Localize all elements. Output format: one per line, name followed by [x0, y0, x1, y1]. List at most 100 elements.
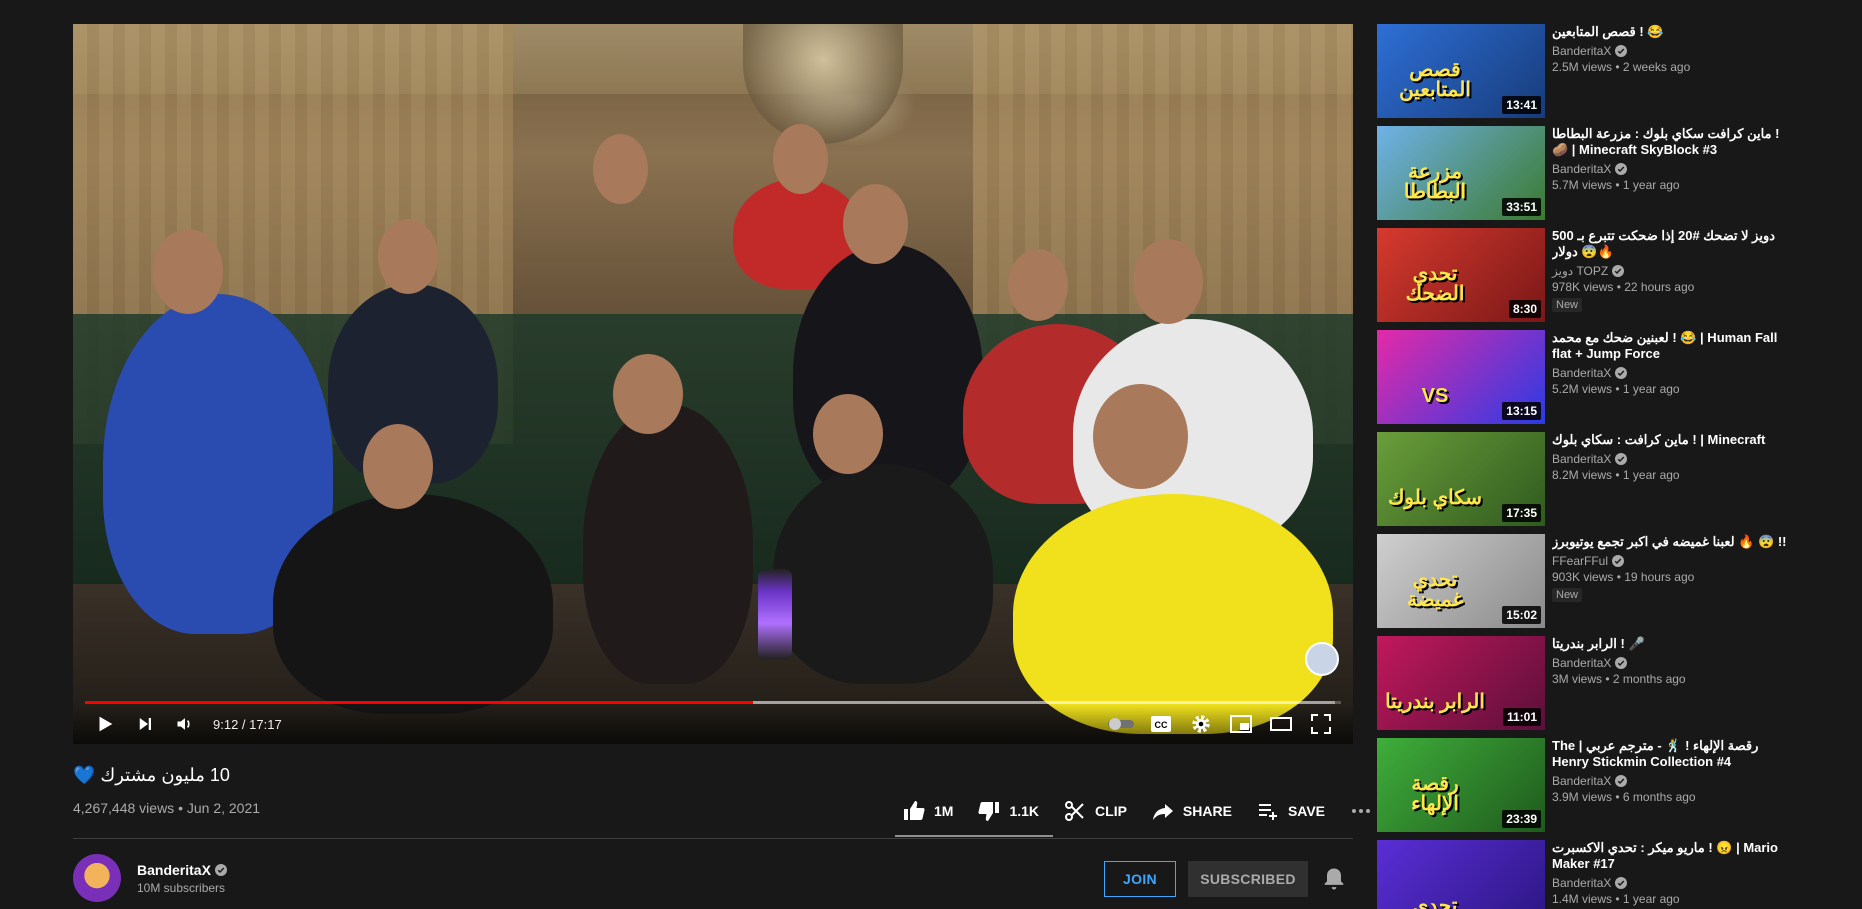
- subscribed-button[interactable]: SUBSCRIBED: [1188, 861, 1308, 897]
- recommendation-title[interactable]: ماين كرافت سكاي بلوك : مزرعة البطاطا ! 🥔…: [1552, 126, 1792, 158]
- recommendation-views: 3M views • 2 months ago: [1552, 672, 1686, 686]
- recommendation-item[interactable]: VS 13:15 لعبنين ضحك مع محمد ! 😂 | Human …: [1377, 330, 1797, 432]
- theater-mode-button[interactable]: [1261, 704, 1301, 744]
- video-thumbnail[interactable]: تحدي غميضة 15:02: [1377, 534, 1545, 628]
- recommendation-channel[interactable]: BanderitaX: [1552, 162, 1611, 176]
- thumbnail-text: تحدي غميضة: [1406, 569, 1464, 611]
- microphone-image: [758, 569, 792, 659]
- subscriber-count: 10M subscribers: [137, 880, 226, 895]
- recommendation-channel-row[interactable]: FFearFFul: [1552, 554, 1792, 568]
- like-button[interactable]: 1M: [890, 799, 965, 823]
- dislike-button[interactable]: 1.1K: [965, 799, 1051, 823]
- video-thumbnail[interactable]: رقصة الإلهاء 23:39: [1377, 738, 1545, 832]
- channel-name-row[interactable]: BanderitaX: [137, 862, 227, 878]
- verified-icon: [1612, 265, 1625, 277]
- recommendation-channel[interactable]: BanderitaX: [1552, 366, 1611, 380]
- player-controls: 9:12 / 17:17 CC: [73, 704, 1353, 744]
- settings-button[interactable]: [1181, 704, 1221, 744]
- video-thumbnail[interactable]: سكاي بلوك 17:35: [1377, 432, 1545, 526]
- thumbnail-text: تحدي الضحك: [1405, 263, 1465, 305]
- recommendation-channel[interactable]: BanderitaX: [1552, 876, 1611, 890]
- clip-button[interactable]: CLIP: [1051, 799, 1139, 823]
- recommendation-item[interactable]: تحدي الضحك 8:30 دويز لا تضحك #20 إذا ضحك…: [1377, 228, 1797, 330]
- recommendation-title[interactable]: لعبنا غميضه في اكبر تجمع يوتيوبرز 🔥 😨 !!: [1552, 534, 1792, 550]
- captions-button[interactable]: CC: [1141, 704, 1181, 744]
- recommendation-title[interactable]: قصص المتابعين ! 😂: [1552, 24, 1792, 40]
- video-thumbnail[interactable]: تحدي الضحك 8:30: [1377, 228, 1545, 322]
- thumbnail-text: VS: [1421, 385, 1449, 407]
- recommendations-list: قصص المتابعين 13:41 قصص المتابعين ! 😂 Ba…: [1377, 24, 1797, 909]
- new-badge: New: [1552, 298, 1583, 312]
- video-thumbnail[interactable]: الرابر بندريتا 11:01: [1377, 636, 1545, 730]
- recommendation-item[interactable]: قصص المتابعين 13:41 قصص المتابعين ! 😂 Ba…: [1377, 24, 1797, 126]
- recommendation-views: 5.2M views • 1 year ago: [1552, 382, 1680, 396]
- recommendation-item[interactable]: مزرعة البطاطا 33:51 ماين كرافت سكاي بلوك…: [1377, 126, 1797, 228]
- recommendation-channel-row[interactable]: BanderitaX: [1552, 656, 1792, 670]
- recommendation-channel[interactable]: BanderitaX: [1552, 452, 1611, 466]
- recommendation-channel[interactable]: FFearFFul: [1552, 554, 1608, 568]
- volume-button[interactable]: [165, 704, 205, 744]
- recommendation-title[interactable]: ماين كرافت : سكاي بلوك ! | Minecraft: [1552, 432, 1792, 448]
- miniplayer-icon: [1230, 715, 1252, 733]
- video-thumbnail[interactable]: تحدي: [1377, 840, 1545, 909]
- video-frame[interactable]: [73, 24, 1353, 744]
- watch-page: 9:12 / 17:17 CC 10 مليون مشترك 💙 4,267,4…: [0, 0, 1862, 909]
- recommendation-channel-row[interactable]: BanderitaX: [1552, 366, 1792, 380]
- save-label: SAVE: [1287, 803, 1326, 819]
- video-thumbnail[interactable]: قصص المتابعين 13:41: [1377, 24, 1545, 118]
- captions-icon: CC: [1151, 716, 1171, 732]
- thumbnail-text: رقصة الإلهاء: [1411, 773, 1459, 815]
- channel-owner: BanderitaX 10M subscribers: [73, 854, 227, 902]
- next-button[interactable]: [125, 704, 165, 744]
- recommendation-item[interactable]: الرابر بندريتا 11:01 الرابر بندريتا ! 🎤 …: [1377, 636, 1797, 738]
- recommendation-views: 978K views • 22 hours ago: [1552, 280, 1695, 294]
- recommendation-title[interactable]: لعبنين ضحك مع محمد ! 😂 | Human Fall flat…: [1552, 330, 1792, 362]
- share-icon: [1152, 804, 1173, 820]
- recommendation-channel-row[interactable]: BanderitaX: [1552, 774, 1792, 788]
- video-thumbnail[interactable]: VS 13:15: [1377, 330, 1545, 424]
- recommendation-item[interactable]: رقصة الإلهاء 23:39 The | رقصة الإلهاء ! …: [1377, 738, 1797, 840]
- recommendation-channel[interactable]: BanderitaX: [1552, 774, 1611, 788]
- channel-name[interactable]: BanderitaX: [137, 862, 211, 878]
- recommendation-channel-row[interactable]: BanderitaX: [1552, 44, 1792, 58]
- video-title: 10 مليون مشترك 💙: [73, 765, 230, 785]
- video-player[interactable]: 9:12 / 17:17 CC: [73, 24, 1353, 744]
- notification-bell-button[interactable]: [1320, 865, 1348, 893]
- scissors-icon: [1065, 801, 1084, 821]
- new-badge: New: [1552, 588, 1583, 602]
- autoplay-toggle[interactable]: [1101, 704, 1141, 744]
- recommendation-channel-row[interactable]: BanderitaX: [1552, 452, 1792, 466]
- recommendation-title[interactable]: الرابر بندريتا ! 🎤: [1552, 636, 1792, 652]
- recommendation-title[interactable]: دويز لا تضحك #20 إذا ضحكت تتبرع بـ 500 د…: [1552, 228, 1792, 260]
- recommendation-channel[interactable]: دويز TOPZ: [1552, 264, 1608, 278]
- thumbnail-text: الرابر بندريتا: [1385, 691, 1485, 713]
- recommendation-title[interactable]: ماريو ميكر : تحدي الاكسبرت ! 😠 | Mario M…: [1552, 840, 1792, 872]
- share-label: SHARE: [1182, 803, 1232, 819]
- recommendation-item[interactable]: تحدي ماريو ميكر : تحدي الاكسبرت ! 😠 | Ma…: [1377, 840, 1797, 909]
- join-button[interactable]: JOIN: [1104, 861, 1176, 897]
- recommendation-channel-row[interactable]: BanderitaX: [1552, 876, 1792, 890]
- channel-avatar[interactable]: [73, 854, 121, 902]
- recommendation-item[interactable]: تحدي غميضة 15:02 لعبنا غميضه في اكبر تجم…: [1377, 534, 1797, 636]
- fullscreen-button[interactable]: [1301, 704, 1341, 744]
- channel-watermark-icon[interactable]: [1305, 642, 1339, 676]
- verified-icon: [1615, 453, 1628, 465]
- share-button[interactable]: SHARE: [1139, 799, 1244, 823]
- more-icon: [1352, 809, 1371, 813]
- recommendation-views: 3.9M views • 6 months ago: [1552, 790, 1696, 804]
- recommendation-channel-row[interactable]: BanderitaX: [1552, 162, 1792, 176]
- time-display: 9:12 / 17:17: [213, 716, 282, 732]
- like-count: 1M: [934, 803, 954, 819]
- video-thumbnail[interactable]: مزرعة البطاطا 33:51: [1377, 126, 1545, 220]
- recommendation-views: 2.5M views • 2 weeks ago: [1552, 60, 1691, 74]
- recommendation-item[interactable]: سكاي بلوك 17:35 ماين كرافت : سكاي بلوك !…: [1377, 432, 1797, 534]
- recommendation-channel-row[interactable]: دويز TOPZ: [1552, 264, 1792, 278]
- recommendation-title[interactable]: The | رقصة الإلهاء ! 🕺 - مترجم عربي Henr…: [1552, 738, 1792, 770]
- verified-icon: [1615, 367, 1628, 379]
- miniplayer-button[interactable]: [1221, 704, 1261, 744]
- recommendation-channel[interactable]: BanderitaX: [1552, 656, 1611, 670]
- play-icon: [99, 716, 113, 732]
- play-button[interactable]: [85, 704, 125, 744]
- recommendation-channel[interactable]: BanderitaX: [1552, 44, 1611, 58]
- save-button[interactable]: SAVE: [1244, 799, 1337, 823]
